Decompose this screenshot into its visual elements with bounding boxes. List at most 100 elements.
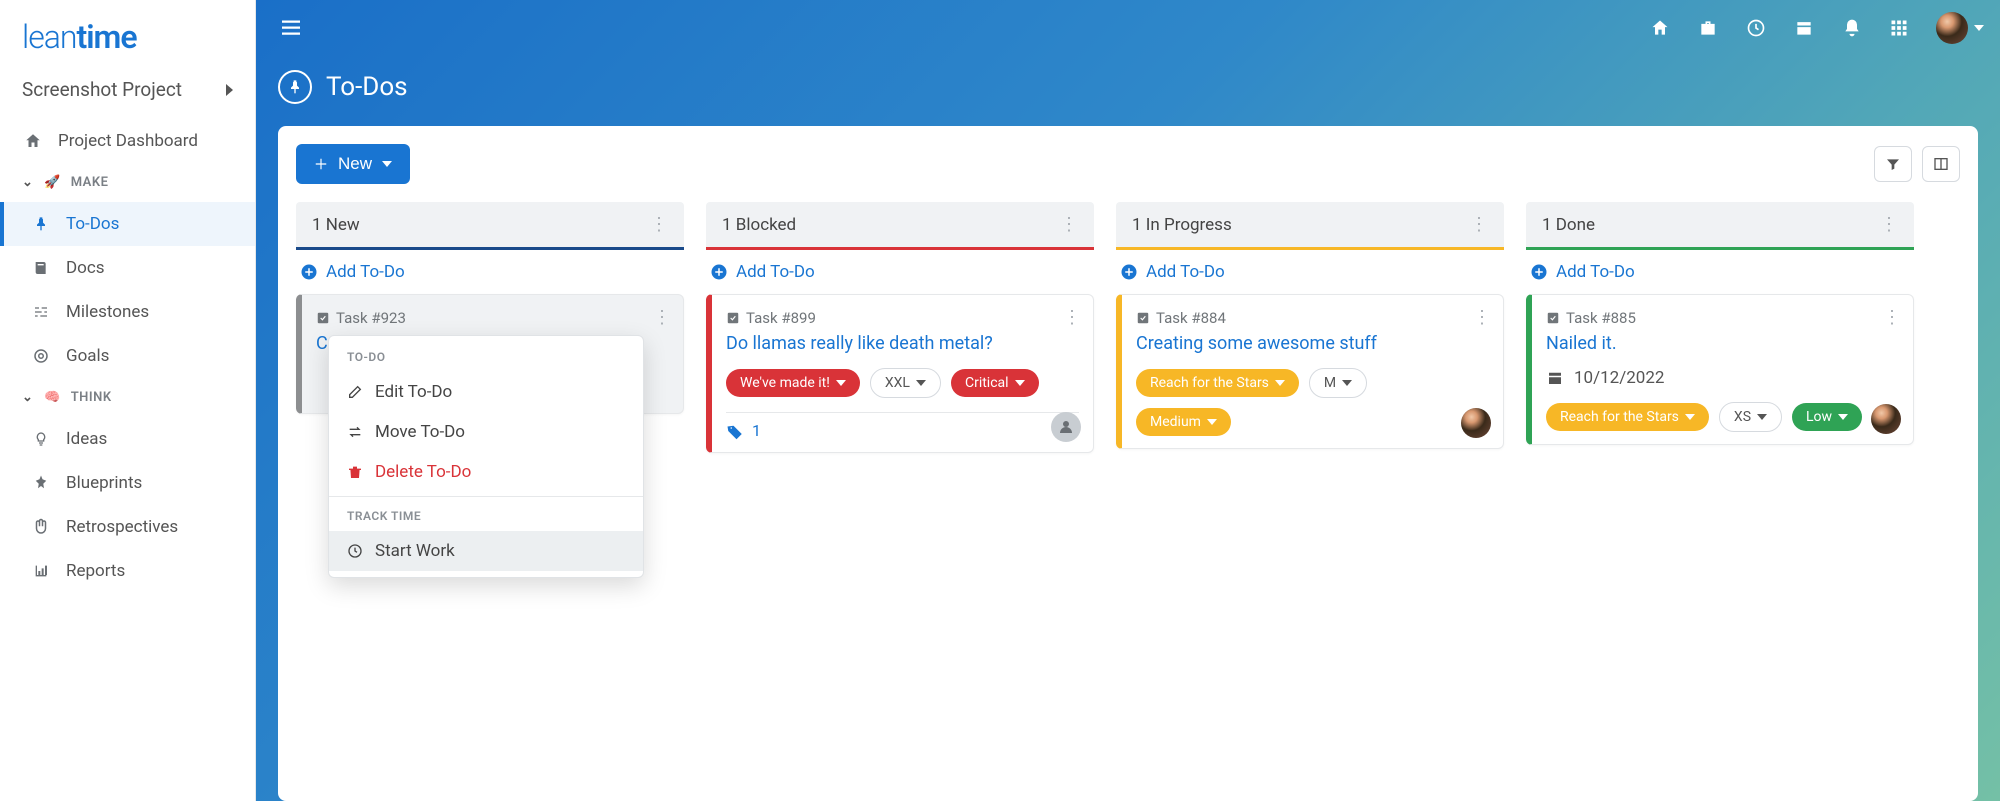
nav-reports[interactable]: Reports (0, 549, 255, 593)
nav-label: Docs (66, 258, 105, 278)
task-tag[interactable]: Reach for the Stars (1136, 369, 1299, 397)
column-menu-icon[interactable]: ⋮ (1060, 214, 1078, 235)
section-label: THINK (71, 390, 112, 405)
tag-count[interactable]: 1 (752, 421, 761, 440)
nav-retrospectives[interactable]: Retrospectives (0, 505, 255, 549)
check-icon (726, 311, 740, 325)
brain-icon: 🧠 (44, 390, 61, 405)
nav-ideas[interactable]: Ideas (0, 417, 255, 461)
assignee-avatar[interactable] (1871, 404, 1901, 434)
column-new: 1 New ⋮ Add To-Do Task #923 Cre ⋮ (296, 202, 684, 453)
column-menu-icon[interactable]: ⋮ (650, 214, 668, 235)
plus-circle-icon (1530, 263, 1548, 281)
task-title[interactable]: Creating some awesome stuff (1136, 333, 1489, 354)
edit-icon (347, 384, 363, 400)
task-priority[interactable]: Low (1792, 403, 1862, 431)
task-card[interactable]: Task #884 Creating some awesome stuff ⋮ … (1116, 294, 1504, 449)
task-size[interactable]: M (1309, 368, 1367, 398)
avatar (1936, 12, 1968, 44)
briefcase-icon[interactable] (1698, 18, 1718, 38)
project-name: Screenshot Project (22, 78, 182, 101)
column-menu-icon[interactable]: ⋮ (1470, 214, 1488, 235)
project-selector[interactable]: Screenshot Project (0, 68, 255, 119)
nav-label: Blueprints (66, 473, 142, 493)
menu-label: Edit To-Do (375, 382, 452, 402)
calendar-icon[interactable] (1794, 18, 1814, 38)
menu-edit[interactable]: Edit To-Do (329, 372, 643, 412)
task-tag[interactable]: We've made it! (726, 369, 860, 397)
task-card[interactable]: Task #885 Nailed it. ⋮ 10/12/2022 Reach … (1526, 294, 1914, 445)
section-make[interactable]: ⌄ 🚀 MAKE (0, 163, 255, 202)
logo[interactable]: leantime (0, 0, 255, 68)
menu-move[interactable]: Move To-Do (329, 412, 643, 452)
sliders-icon (30, 304, 52, 320)
nav-dashboard[interactable]: Project Dashboard (0, 119, 255, 163)
add-todo[interactable]: Add To-Do (706, 250, 1094, 294)
nav-blueprints[interactable]: Blueprints (0, 461, 255, 505)
user-menu[interactable] (1936, 12, 1984, 44)
history-icon[interactable] (1746, 18, 1766, 38)
plus-circle-icon (710, 263, 728, 281)
add-todo-label: Add To-Do (326, 262, 405, 282)
nav-docs[interactable]: Docs (0, 246, 255, 290)
menu-section: TO-DO (329, 342, 643, 372)
task-priority[interactable]: Medium (1136, 408, 1231, 436)
nav-todos[interactable]: To-Dos (0, 202, 255, 246)
column-title: 1 Blocked (722, 215, 796, 235)
column-blocked: 1 Blocked ⋮ Add To-Do Task #899 Do llama… (706, 202, 1094, 453)
task-tag[interactable]: Reach for the Stars (1546, 403, 1709, 431)
caret-down-icon (382, 161, 392, 167)
hamburger-icon[interactable] (272, 15, 310, 41)
task-priority[interactable]: Critical (951, 369, 1039, 397)
task-menu-icon[interactable]: ⋮ (1883, 307, 1901, 328)
nav-goals[interactable]: Goals (0, 334, 255, 378)
sidebar: leantime Screenshot Project Project Dash… (0, 0, 256, 801)
nav-label: Project Dashboard (58, 131, 198, 151)
new-button-label: New (338, 154, 372, 174)
plus-icon (314, 157, 328, 171)
task-menu-icon[interactable]: ⋮ (653, 307, 671, 328)
task-menu-icon[interactable]: ⋮ (1473, 307, 1491, 328)
book-icon (30, 260, 52, 276)
hand-icon (30, 518, 52, 536)
menu-delete[interactable]: Delete To-Do (329, 452, 643, 492)
nav-label: Goals (66, 346, 109, 366)
task-date[interactable]: 10/12/2022 (1546, 368, 1899, 388)
task-title[interactable]: Nailed it. (1546, 333, 1899, 354)
pin-icon (30, 216, 52, 232)
menu-start-work[interactable]: Start Work (329, 531, 643, 571)
section-think[interactable]: ⌄ 🧠 THINK (0, 378, 255, 417)
task-card[interactable]: Task #899 Do llamas really like death me… (706, 294, 1094, 453)
page-title-text: To-Dos (326, 72, 408, 102)
add-todo[interactable]: Add To-Do (296, 250, 684, 294)
assignee-avatar[interactable] (1051, 412, 1081, 442)
nav-milestones[interactable]: Milestones (0, 290, 255, 334)
nav-label: Reports (66, 561, 125, 581)
rocket-icon: 🚀 (44, 175, 61, 190)
main: To-Dos New 1 New ⋮ (256, 0, 2000, 801)
task-title[interactable]: Do llamas really like death metal? (726, 333, 1079, 354)
assignee-avatar[interactable] (1461, 408, 1491, 438)
task-size[interactable]: XXL (870, 368, 941, 398)
home-icon (22, 132, 44, 150)
task-menu-icon[interactable]: ⋮ (1063, 307, 1081, 328)
home-icon[interactable] (1650, 18, 1670, 38)
new-button[interactable]: New (296, 144, 410, 184)
check-icon (1546, 311, 1560, 325)
column-menu-icon[interactable]: ⋮ (1880, 214, 1898, 235)
nav-label: Milestones (66, 302, 149, 322)
apps-icon[interactable] (1890, 19, 1908, 37)
filter-button[interactable] (1874, 146, 1912, 182)
layout-button[interactable] (1922, 146, 1960, 182)
chevron-down-icon: ⌄ (22, 390, 34, 405)
column-progress: 1 In Progress ⋮ Add To-Do Task #884 Crea… (1116, 202, 1504, 453)
bell-icon[interactable] (1842, 18, 1862, 38)
menu-label: Move To-Do (375, 422, 465, 442)
task-size[interactable]: XS (1719, 402, 1782, 432)
add-todo[interactable]: Add To-Do (1116, 250, 1504, 294)
column-header: 1 Done ⋮ (1526, 202, 1914, 250)
clock-icon (347, 543, 363, 559)
task-card[interactable]: Task #923 Cre ⋮ TO-DO Edit To-Do (296, 294, 684, 414)
plus-circle-icon (1120, 263, 1138, 281)
add-todo[interactable]: Add To-Do (1526, 250, 1914, 294)
